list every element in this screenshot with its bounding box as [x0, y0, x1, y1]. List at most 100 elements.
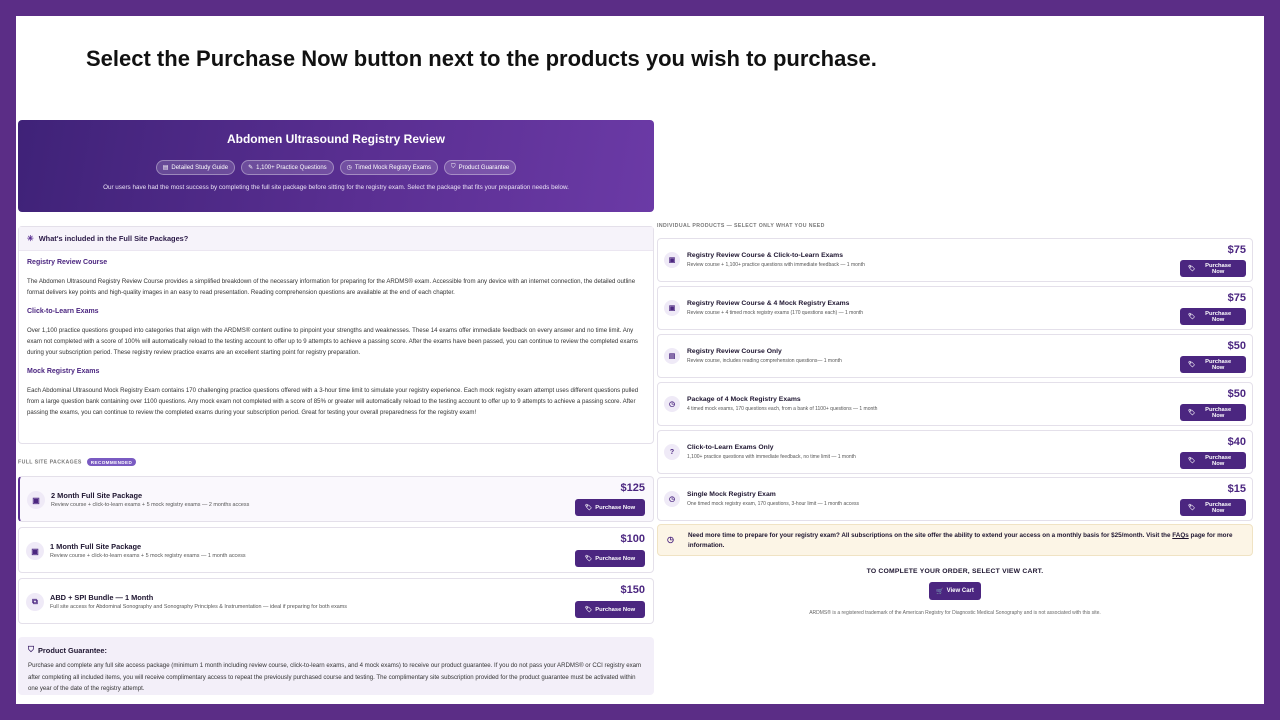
hero-banner: Abdomen Ultrasound Registry Review ▤ Deta… — [18, 120, 654, 212]
product-desc: One timed mock registry exam, 170 questi… — [687, 501, 860, 507]
shield-icon: ⛉ — [451, 164, 456, 170]
package-name: ABD + SPI Bundle — 1 Month — [50, 593, 154, 602]
chip-mock-exams: ◷ Timed Mock Registry Exams — [339, 160, 439, 175]
tag-icon: 🏷 — [1188, 504, 1196, 511]
tag-icon: 🏷 — [1188, 361, 1196, 368]
product-desc: Review course, includes reading comprehe… — [687, 358, 842, 364]
product-name: Package of 4 Mock Registry Exams — [687, 396, 801, 403]
purchase-now-button[interactable]: 🏷 Purchase Now — [1180, 404, 1246, 421]
bundle-icon: ▣ — [27, 491, 45, 509]
purchase-now-button[interactable]: 🏷 Purchase Now — [575, 499, 645, 516]
section-title: Registry Review Course — [27, 259, 108, 266]
product-card: ? Click-to-Learn Exams Only 1,100+ pract… — [657, 430, 1253, 474]
product-desc: 1,100+ practice questions with immediate… — [687, 454, 856, 460]
shield-icon: ⛉ — [28, 645, 34, 654]
bundle-icon: ▣ — [664, 252, 680, 268]
extend-access-notice: ◷ Need more time to prepare for your reg… — [657, 524, 1253, 556]
section-text: The Abdomen Ultrasound Registry Review C… — [27, 278, 636, 296]
package-desc: Review course + click-to-learn exams + 5… — [51, 502, 250, 508]
tag-icon: 🏷 — [584, 555, 593, 562]
product-price: $75 — [1227, 244, 1246, 256]
package-desc: Full site access for Abdominal Sonograph… — [50, 604, 347, 610]
product-card: ▤ Registry Review Course Only Review cou… — [657, 334, 1253, 378]
clock-icon: ◷ — [667, 535, 674, 544]
recommended-badge: RECOMMENDED — [86, 458, 137, 466]
timer-icon: ◷ — [664, 491, 680, 507]
package-card: ⧉ ABD + SPI Bundle — 1 Month Full site a… — [18, 578, 654, 624]
product-desc: 4 timed mock exams, 170 questions each, … — [687, 406, 878, 412]
full-site-label: FULL SITE PACKAGES RECOMMENDED — [18, 458, 137, 466]
package-name: 1 Month Full Site Package — [50, 542, 142, 551]
slide-canvas: Select the Purchase Now button next to t… — [16, 16, 1264, 704]
details-toggle[interactable]: ✳ What's included in the Full Site Packa… — [19, 227, 653, 251]
tag-icon: 🏷 — [1188, 313, 1196, 320]
chip-study-guide: ▤ Detailed Study Guide — [155, 160, 236, 175]
purchase-now-button[interactable]: 🏷 Purchase Now — [1180, 499, 1246, 516]
book-icon: ▤ — [664, 348, 680, 364]
notice-text: Need more time to prepare for your regis… — [688, 532, 1173, 539]
tag-icon: 🏷 — [1188, 265, 1196, 272]
package-name: 2 Month Full Site Package — [51, 491, 143, 500]
timer-icon: ◷ — [664, 396, 680, 412]
individual-products-label: INDIVIDUAL PRODUCTS — SELECT ONLY WHAT Y… — [657, 223, 825, 229]
product-card: ▣ Registry Review Course & 4 Mock Regist… — [657, 286, 1253, 330]
copy-icon: ⧉ — [26, 593, 44, 611]
faqs-link[interactable]: FAQs — [1172, 532, 1188, 539]
trademark-notice: ARDMS® is a registered trademark of the … — [809, 610, 1101, 616]
product-name: Registry Review Course & Click-to-Learn … — [687, 252, 844, 259]
product-name: Registry Review Course & 4 Mock Registry… — [687, 300, 850, 307]
bundle-icon: ▣ — [26, 542, 44, 560]
included-details-panel: ✳ What's included in the Full Site Packa… — [18, 226, 654, 444]
package-price: $100 — [620, 533, 645, 545]
feature-chips: ▤ Detailed Study Guide ✎ 1,100+ Practice Q… — [18, 160, 654, 175]
hero-subtitle: Our users have had the most success by c… — [103, 184, 569, 191]
package-card: ▣ 2 Month Full Site Package Review cours… — [18, 476, 654, 522]
guarantee-title: Product Guarantee: — [38, 645, 107, 655]
purchase-now-button[interactable]: 🏷 Purchase Now — [1180, 452, 1246, 469]
guarantee-text: Purchase and complete any full site acce… — [28, 662, 642, 692]
product-price: $75 — [1227, 292, 1246, 304]
timer-icon: ◷ — [346, 165, 352, 171]
package-desc: Review course + click-to-learn exams + 5… — [50, 553, 246, 559]
instruction-heading: Select the Purchase Now button next to t… — [86, 46, 877, 71]
tag-icon: 🏷 — [1188, 457, 1196, 464]
product-name: Click-to-Learn Exams Only — [687, 444, 774, 451]
bundle-icon: ▣ — [664, 300, 680, 316]
product-card: ◷ Single Mock Registry Exam One timed mo… — [657, 477, 1253, 521]
question-icon: ? — [664, 444, 680, 460]
package-price: $150 — [620, 584, 645, 596]
product-name: Single Mock Registry Exam — [687, 491, 776, 498]
package-card: ▣ 1 Month Full Site Package Review cours… — [18, 527, 654, 573]
chip-practice-questions: ✎ 1,100+ Practice Questions — [241, 160, 334, 175]
section-text: Over 1,100 practice questions grouped in… — [27, 327, 638, 356]
sparkle-icon: ✳ — [27, 234, 34, 243]
package-price: $125 — [620, 482, 645, 494]
details-heading: What's included in the Full Site Package… — [38, 234, 189, 243]
section-title: Mock Registry Exams — [27, 368, 100, 375]
book-icon: ▤ — [162, 165, 169, 171]
view-cart-button[interactable]: 🛒 View Cart — [929, 582, 981, 600]
product-price: $15 — [1227, 483, 1246, 495]
tag-icon: 🏷 — [584, 504, 593, 511]
product-card: ◷ Package of 4 Mock Registry Exams 4 tim… — [657, 382, 1253, 426]
purchase-now-button[interactable]: 🏷 Purchase Now — [575, 550, 645, 567]
tag-icon: 🏷 — [1188, 409, 1196, 416]
purchase-now-button[interactable]: 🏷 Purchase Now — [575, 601, 645, 618]
section-text: Each Abdominal Ultrasound Mock Registry … — [27, 387, 639, 416]
chip-guarantee: ⛉ Product Guarantee — [444, 160, 517, 175]
product-desc: Review course + 4 timed mock registry ex… — [687, 310, 864, 316]
purchase-now-button[interactable]: 🏷 Purchase Now — [1180, 308, 1246, 325]
section-title: Click-to-Learn Exams — [27, 308, 99, 315]
product-desc: Review course + 1,100+ practice question… — [687, 262, 865, 268]
pencil-icon: ✎ — [248, 165, 254, 171]
product-guarantee-panel: ⛉ Product Guarantee: Purchase and complet… — [18, 637, 654, 695]
checkout-instruction: TO COMPLETE YOUR ORDER, SELECT VIEW CART… — [866, 568, 1044, 575]
purchase-now-button[interactable]: 🏷 Purchase Now — [1180, 356, 1246, 373]
tag-icon: 🏷 — [584, 606, 593, 613]
product-price: $40 — [1227, 436, 1246, 448]
product-price: $50 — [1227, 388, 1246, 400]
purchase-now-button[interactable]: 🏷 Purchase Now — [1180, 260, 1246, 277]
product-card: ▣ Registry Review Course & Click-to-Lear… — [657, 238, 1253, 282]
cart-icon: 🛒 — [936, 588, 944, 595]
page-title: Abdomen Ultrasound Registry Review — [226, 132, 446, 146]
